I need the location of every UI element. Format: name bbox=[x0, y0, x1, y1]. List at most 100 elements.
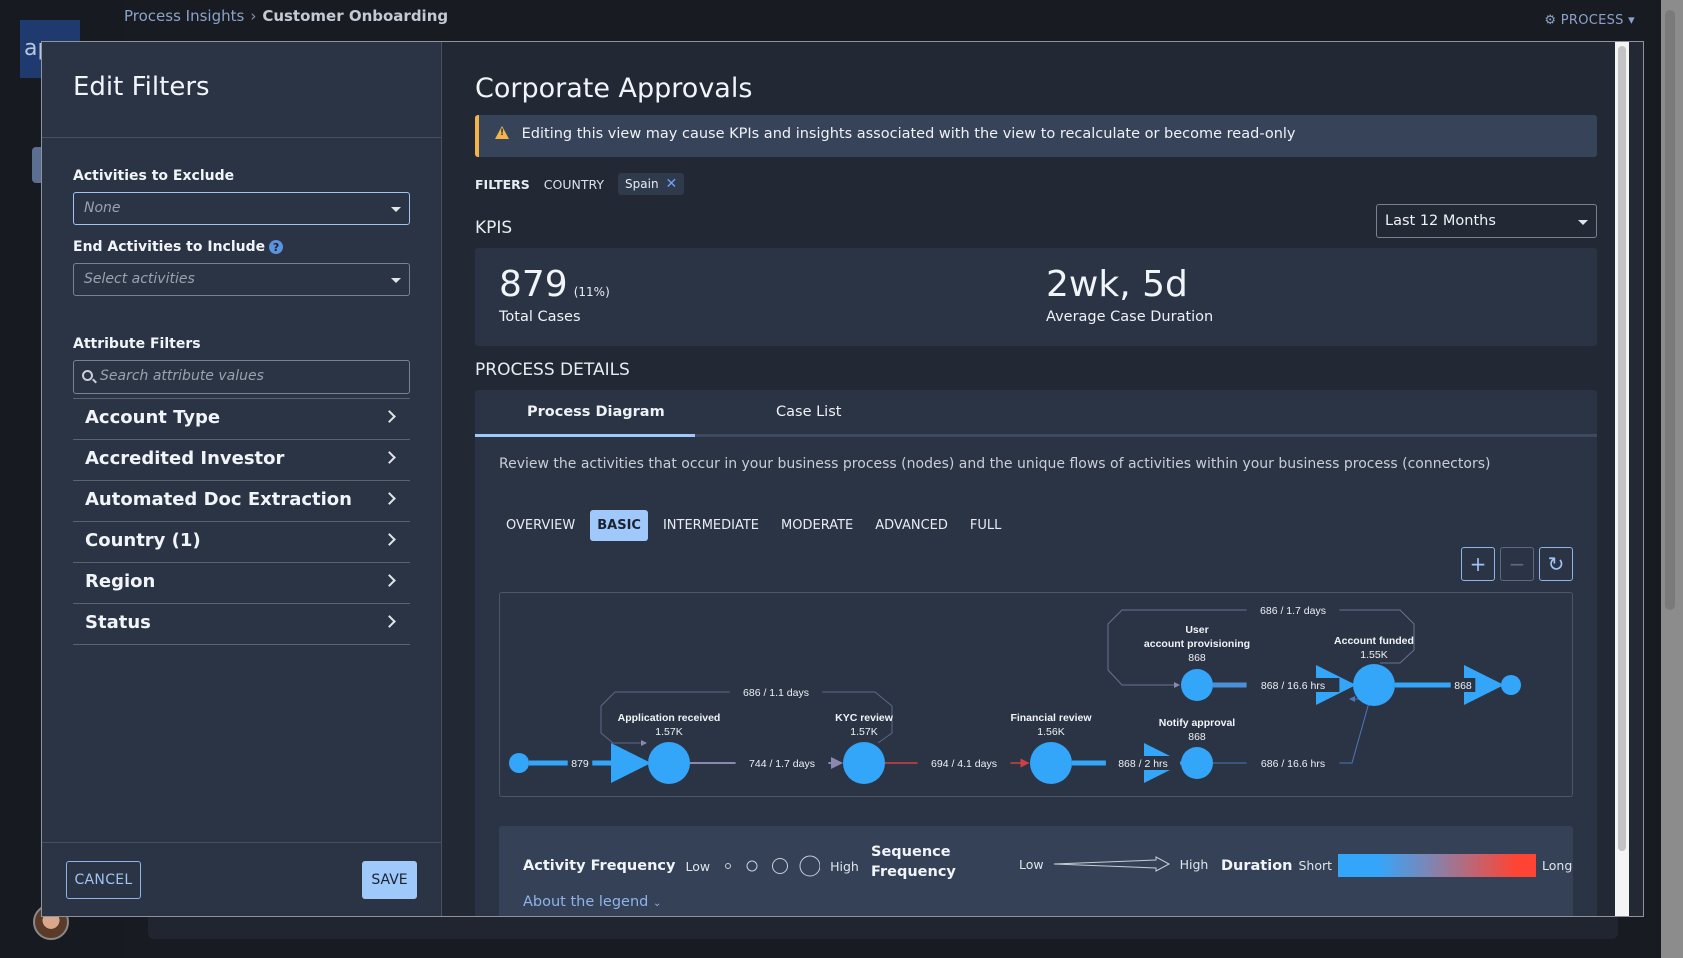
legend-duration: Duration Short Long bbox=[1221, 854, 1572, 877]
kpi-value: 879 bbox=[499, 264, 568, 305]
level-overview[interactable]: OVERVIEW bbox=[499, 510, 582, 541]
diagram-node-label: Notify approval bbox=[1159, 717, 1236, 729]
diagram-node-start[interactable] bbox=[509, 753, 529, 773]
activities-exclude-select[interactable]: None bbox=[73, 192, 410, 225]
tab-process-diagram[interactable]: Process Diagram bbox=[527, 404, 665, 420]
level-intermediate[interactable]: INTERMEDIATE bbox=[656, 510, 766, 541]
attribute-filter-label: Region bbox=[85, 571, 156, 592]
period-value: Last 12 Months bbox=[1385, 213, 1496, 229]
filters-panel-title: Edit Filters bbox=[42, 42, 441, 138]
question-circle-icon[interactable]: ? bbox=[269, 240, 284, 254]
save-button[interactable]: SAVE bbox=[362, 861, 417, 899]
attribute-search-placeholder: Search attribute values bbox=[100, 368, 264, 384]
diagram-node-app[interactable] bbox=[648, 742, 690, 784]
diagram-edge-label: 868 / 16.6 hrs bbox=[1261, 680, 1325, 692]
edit-filters-modal: Edit Filters Activities to Exclude None … bbox=[41, 41, 1644, 917]
modal-scrollbar[interactable] bbox=[1615, 42, 1629, 916]
caret-down-icon bbox=[391, 278, 401, 283]
legend-circle-xlarge bbox=[799, 855, 821, 877]
filter-key: COUNTRY bbox=[543, 176, 605, 192]
diagram-node-funded[interactable] bbox=[1353, 664, 1395, 706]
warning-text: Editing this view may cause KPIs and ins… bbox=[521, 126, 1296, 142]
chevron-right-icon bbox=[383, 574, 396, 587]
diagram-node-user[interactable] bbox=[1181, 669, 1213, 701]
breadcrumb-separator: › bbox=[250, 7, 257, 25]
reset-view-button[interactable]: ↻ bbox=[1539, 547, 1573, 581]
level-basic[interactable]: BASIC bbox=[590, 510, 648, 541]
caret-down-icon: ▾ bbox=[1628, 13, 1635, 28]
diagram-node-notify[interactable] bbox=[1181, 747, 1213, 779]
process-tabs: Process Diagram Case List bbox=[475, 390, 1597, 437]
level-moderate[interactable]: MODERATE bbox=[774, 510, 860, 541]
breadcrumb-current: Customer Onboarding bbox=[262, 7, 449, 25]
process-details-card: Process Diagram Case List Review the act… bbox=[475, 390, 1597, 916]
diagram-node-count: 1.56K bbox=[1037, 726, 1064, 738]
gear-icon: ⚙ bbox=[1544, 13, 1557, 28]
activities-exclude-label-text: Activities to Exclude bbox=[73, 168, 235, 184]
chevron-right-icon bbox=[383, 615, 396, 628]
end-activities-label: End Activities to Include? bbox=[73, 239, 410, 255]
legend-circle-large bbox=[772, 858, 789, 874]
attribute-filters-label-text: Attribute Filters bbox=[73, 336, 201, 352]
kpi-percent: (11%) bbox=[573, 285, 610, 299]
diagram-node-count: 1.55K bbox=[1360, 649, 1387, 661]
level-full[interactable]: FULL bbox=[963, 510, 1008, 541]
page-scrollbar[interactable] bbox=[1661, 0, 1683, 958]
attribute-filter-label: Status bbox=[85, 612, 151, 633]
attribute-filter-list: Account Type Accredited Investor Automat… bbox=[73, 398, 410, 645]
chevron-right-icon bbox=[383, 533, 396, 546]
app-root: ap Process Insights › Customer Onboarding … bbox=[0, 0, 1683, 958]
tab-active-indicator bbox=[475, 434, 695, 437]
zoom-out-button[interactable]: − bbox=[1500, 547, 1534, 581]
cancel-button[interactable]: CANCEL bbox=[66, 861, 141, 899]
attribute-filter-accredited-investor[interactable]: Accredited Investor bbox=[73, 440, 410, 481]
legend-duration-gradient bbox=[1338, 854, 1537, 877]
caret-down-icon bbox=[391, 207, 401, 212]
breadcrumb: Process Insights › Customer Onboarding bbox=[124, 7, 448, 25]
legend-circles bbox=[725, 855, 821, 877]
process-diagram[interactable]: 879 744 / 1.7 days 686 / 1.1 days 694 / 4.1… bbox=[499, 592, 1573, 797]
diagram-node-kyc[interactable] bbox=[843, 742, 885, 784]
page-scrollbar-thumb[interactable] bbox=[1665, 10, 1675, 610]
legend-sequence-title: Sequence Frequency bbox=[871, 842, 956, 882]
legend-activity-low: Low bbox=[685, 858, 711, 874]
kpis-title: KPIS bbox=[475, 218, 513, 238]
attribute-filter-country[interactable]: Country (1) bbox=[73, 522, 410, 563]
zoom-in-button[interactable]: + bbox=[1461, 547, 1495, 581]
breadcrumb-parent[interactable]: Process Insights bbox=[124, 7, 244, 25]
modal-scrollbar-thumb[interactable] bbox=[1618, 46, 1626, 851]
attribute-search-input[interactable]: Search attribute values bbox=[73, 360, 410, 394]
legend-activity-frequency: Activity Frequency Low High bbox=[523, 854, 859, 878]
filter-chip-label: Spain bbox=[625, 177, 659, 191]
chevron-right-icon bbox=[383, 410, 396, 423]
zoom-controls: + − ↻ bbox=[1461, 547, 1573, 581]
attribute-filter-label: Automated Doc Extraction bbox=[85, 489, 352, 510]
tab-case-list[interactable]: Case List bbox=[776, 404, 841, 420]
attribute-filter-account-type[interactable]: Account Type bbox=[73, 399, 410, 440]
legend-sequence-arrow-icon bbox=[1053, 856, 1170, 872]
end-activities-select[interactable]: Select activities bbox=[73, 263, 410, 296]
diagram-edge-label: 686 / 16.6 hrs bbox=[1261, 758, 1325, 770]
legend-sequence-high: High bbox=[1179, 856, 1209, 872]
diagram-node-count: 1.57K bbox=[655, 726, 682, 738]
legend-activity-title: Activity Frequency bbox=[523, 858, 676, 874]
caret-down-icon bbox=[1578, 220, 1588, 225]
chevron-right-icon bbox=[383, 492, 396, 505]
period-select[interactable]: Last 12 Months bbox=[1376, 204, 1597, 238]
diagram-edge-label: 868 bbox=[1454, 680, 1472, 692]
process-details-title: PROCESS DETAILS bbox=[475, 360, 630, 380]
diagram-node-end[interactable] bbox=[1501, 675, 1521, 695]
about-legend-link[interactable]: About the legend ⌄ bbox=[523, 894, 661, 910]
filters-panel: Edit Filters Activities to Exclude None … bbox=[42, 42, 442, 916]
level-advanced[interactable]: ADVANCED bbox=[868, 510, 955, 541]
filters-label: FILTERS bbox=[475, 176, 530, 192]
diagram-edge[interactable] bbox=[1213, 696, 1371, 764]
process-menu-button[interactable]: ⚙ PROCESS ▾ bbox=[1544, 13, 1635, 28]
attribute-filter-automated-doc-extraction[interactable]: Automated Doc Extraction bbox=[73, 481, 410, 522]
diagram-node-fin[interactable] bbox=[1030, 742, 1072, 784]
attribute-filter-region[interactable]: Region bbox=[73, 563, 410, 604]
end-activities-label-text: End Activities to Include bbox=[73, 239, 266, 255]
close-icon[interactable]: ✕ bbox=[666, 176, 678, 192]
active-filters: FILTERS COUNTRY Spain ✕ bbox=[475, 173, 685, 195]
attribute-filter-status[interactable]: Status bbox=[73, 604, 410, 645]
